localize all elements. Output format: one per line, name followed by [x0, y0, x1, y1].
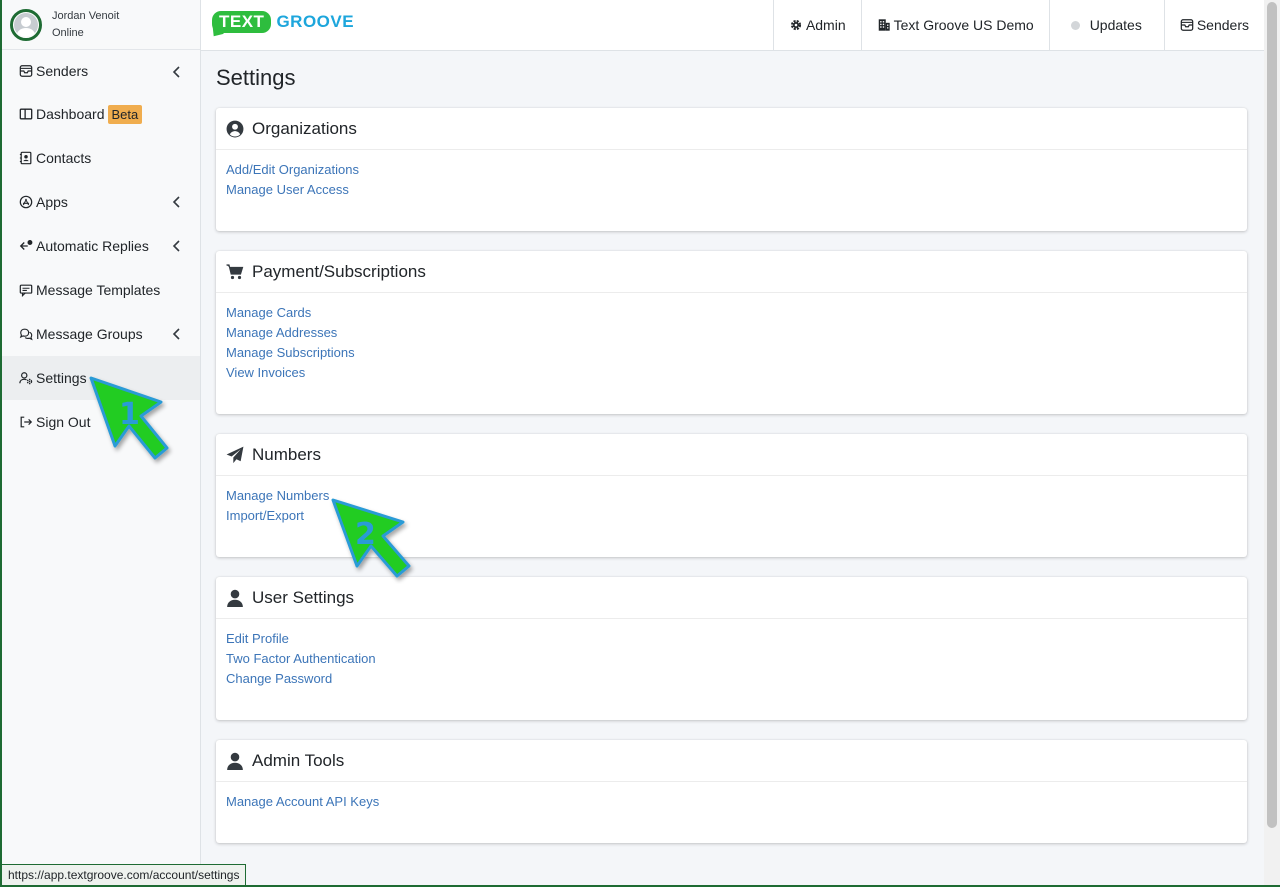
sign-out-icon [19, 415, 33, 429]
top-nav-updates[interactable]: Updates [1048, 0, 1164, 50]
user-circle-icon [226, 120, 244, 137]
annotation-arrow-2: 2 [331, 498, 411, 578]
top-nav-label: Text Groove US Demo [893, 17, 1034, 33]
sidebar-item-automatic-replies[interactable]: Automatic Replies [2, 224, 200, 268]
page-title: Settings [216, 65, 296, 90]
logo-text-bubble: TEXT [212, 11, 272, 33]
card-header: Payment/Subscriptions [216, 251, 1247, 293]
card-body: Manage Cards Manage Addresses Manage Sub… [216, 293, 1247, 393]
inbox-icon [19, 64, 33, 78]
sidebar-item-message-templates[interactable]: Message Templates [2, 268, 200, 312]
link-edit-profile[interactable]: Edit Profile [226, 629, 1237, 649]
sidebar-item-label: Message Groups [36, 326, 143, 342]
sidebar-item-label: Senders [36, 63, 89, 79]
top-navbar: TEXT GROOVE Admin Text Groove US Demo Up… [201, 0, 1264, 51]
top-nav-senders[interactable]: Senders [1163, 0, 1264, 50]
paper-plane-icon [226, 446, 244, 463]
sidebar-item-label: Sign Out [36, 414, 91, 430]
link-manage-user-access[interactable]: Manage User Access [226, 180, 1237, 200]
sidebar-item-dashboard[interactable]: Dashboard Beta [2, 92, 200, 136]
card-header: Organizations [216, 108, 1247, 150]
beta-badge: Beta [107, 104, 143, 124]
card-user-settings: User Settings Edit Profile Two Factor Au… [216, 577, 1247, 720]
top-nav-label: Senders [1196, 17, 1249, 33]
logo-groove-text: GROOVE [276, 12, 355, 31]
contact-card-icon [19, 151, 33, 165]
link-add-edit-organizations[interactable]: Add/Edit Organizations [226, 160, 1237, 180]
link-manage-account-api-keys[interactable]: Manage Account API Keys [226, 792, 1237, 812]
card-body: Edit Profile Two Factor Authentication C… [216, 619, 1247, 699]
gear-icon [790, 19, 802, 31]
link-manage-subscriptions[interactable]: Manage Subscriptions [226, 343, 1237, 363]
sidebar-item-label: Automatic Replies [36, 238, 149, 254]
card-title: User Settings [252, 587, 355, 607]
avatar[interactable] [10, 8, 42, 41]
user-info: Jordan Venoit Online [52, 8, 119, 42]
sidebar-item-contacts[interactable]: Contacts [2, 136, 200, 180]
user-gear-icon [19, 371, 33, 385]
sidebar-item-message-groups[interactable]: Message Groups [2, 312, 200, 356]
building-icon [878, 19, 890, 31]
chevron-left-icon [172, 66, 180, 78]
annotation-number: 1 [119, 397, 140, 432]
top-nav-label: Admin [805, 17, 846, 33]
card-admin-tools: Admin Tools Manage Account API Keys [216, 740, 1247, 843]
status-bar-url: https://app.textgroove.com/account/setti… [2, 864, 247, 885]
user-panel[interactable]: Jordan Venoit Online [2, 0, 200, 50]
sidebar-item-apps[interactable]: Apps [2, 180, 200, 224]
card-header: Admin Tools [216, 740, 1247, 782]
user-status: Online [52, 26, 84, 39]
scrollbar-thumb[interactable] [1267, 2, 1277, 828]
card-header: Numbers [216, 434, 1247, 476]
card-title: Numbers [252, 444, 321, 464]
user-icon [227, 589, 243, 607]
sidebar-item-senders[interactable]: Senders [2, 50, 200, 92]
reply-icon [19, 239, 33, 253]
cart-icon [226, 263, 244, 279]
link-view-invoices[interactable]: View Invoices [226, 363, 1237, 383]
inbox-icon [1180, 19, 1194, 31]
link-change-password[interactable]: Change Password [226, 669, 1237, 689]
link-manage-cards[interactable]: Manage Cards [226, 303, 1237, 323]
sidebar-item-label: Settings [36, 370, 87, 386]
chevron-left-icon [172, 196, 180, 208]
card-body: Manage Account API Keys [216, 782, 1247, 822]
annotation-arrow-1: 1 [89, 376, 169, 460]
user-icon [227, 752, 243, 770]
sidebar-item-label: Apps [36, 194, 68, 210]
card-body: Add/Edit Organizations Manage User Acces… [216, 150, 1247, 210]
chevron-left-icon [172, 328, 180, 340]
card-title: Payment/Subscriptions [252, 261, 426, 281]
template-icon [19, 283, 33, 297]
sidebar-item-label: Contacts [36, 150, 92, 166]
top-nav-label: Updates [1089, 17, 1142, 33]
user-name: Jordan Venoit [52, 9, 120, 22]
dashboard-icon [19, 107, 33, 121]
card-title: Organizations [252, 118, 357, 138]
main-content: Settings Organizations Add/Edit Organiza… [201, 51, 1264, 885]
top-nav-admin[interactable]: Admin [772, 0, 861, 50]
top-nav-organization[interactable]: Text Groove US Demo [860, 0, 1049, 50]
card-organizations: Organizations Add/Edit Organizations Man… [216, 108, 1247, 231]
chat-group-icon [19, 327, 33, 341]
brand-logo[interactable]: TEXT GROOVE [212, 11, 354, 33]
sidebar-item-label: Dashboard [36, 106, 105, 122]
annotation-number: 2 [355, 517, 376, 552]
card-payment-subscriptions: Payment/Subscriptions Manage Cards Manag… [216, 251, 1247, 414]
card-title: Admin Tools [252, 750, 345, 770]
link-two-factor-authentication[interactable]: Two Factor Authentication [226, 649, 1237, 669]
link-manage-addresses[interactable]: Manage Addresses [226, 323, 1237, 343]
app-store-icon [19, 195, 33, 209]
chevron-left-icon [172, 240, 180, 252]
sidebar-item-label: Message Templates [36, 282, 161, 298]
status-dot-icon [1070, 20, 1080, 30]
top-nav: Admin Text Groove US Demo Updates Sender… [772, 0, 1264, 50]
vertical-scrollbar[interactable] [1264, 0, 1280, 885]
